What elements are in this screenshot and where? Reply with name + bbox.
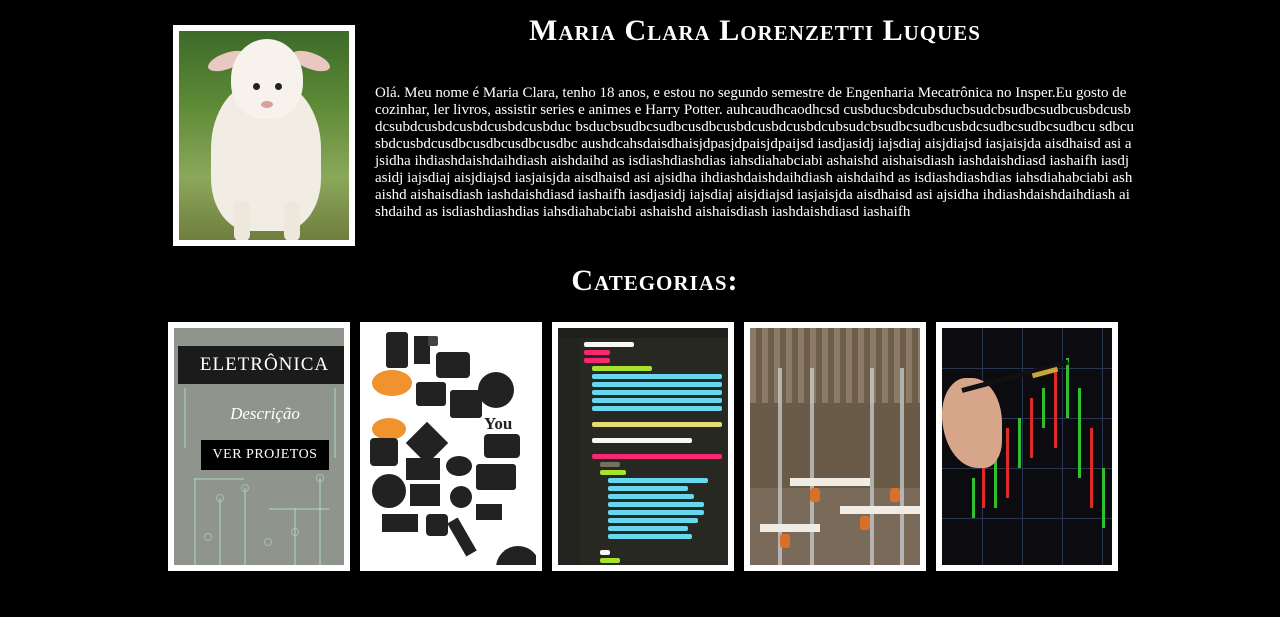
category-card-finance[interactable]	[936, 322, 1118, 571]
lamb-eye	[275, 83, 282, 90]
lamb-nose	[261, 101, 273, 108]
category-card-media[interactable]: You	[360, 322, 542, 571]
category-card-label: ELETRÔNICA	[178, 346, 344, 384]
category-card-eletronica[interactable]: ELETRÔNICA Descrição VER PROJETOS	[168, 322, 350, 571]
lamb-leg	[284, 201, 300, 240]
category-card-code[interactable]	[552, 322, 734, 571]
categories-title: Categorias:	[571, 264, 739, 297]
lamb-leg	[234, 201, 250, 240]
category-card-description: Descrição	[230, 404, 300, 423]
profile-bio: Olá. Meu nome é Maria Clara, tenho 18 an…	[375, 85, 1135, 220]
profile-photo	[173, 25, 355, 246]
lamb-eye	[253, 83, 260, 90]
profile-name: Maria Clara Lorenzetti Luques	[529, 14, 981, 47]
view-projects-button[interactable]: VER PROJETOS	[201, 440, 329, 470]
category-card-office[interactable]	[744, 322, 926, 571]
